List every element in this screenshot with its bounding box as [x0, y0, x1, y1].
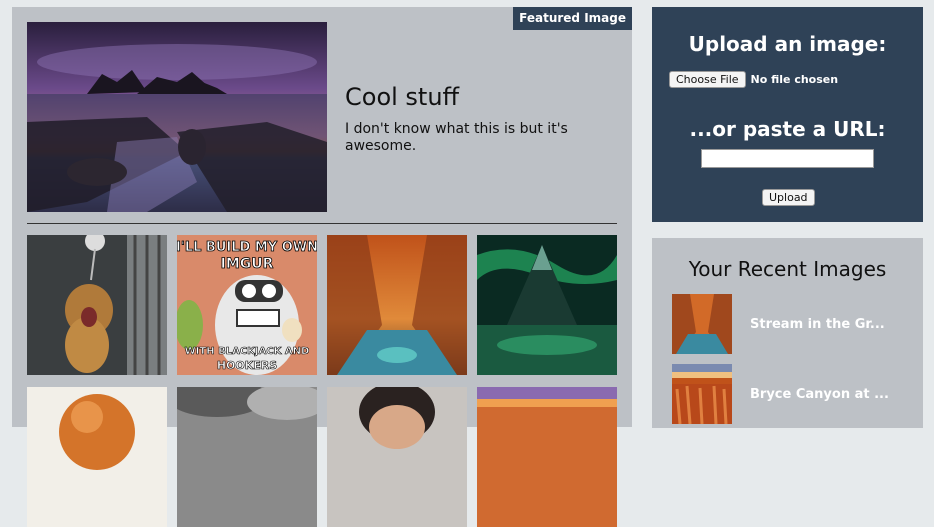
featured-title: Cool stuff — [345, 83, 460, 111]
recent-item-label[interactable]: Stream in the Gr... — [750, 317, 885, 332]
file-picker: Choose File No file chosen — [669, 71, 838, 88]
section-divider — [27, 223, 617, 224]
thumbnail-lion-cub[interactable] — [27, 235, 167, 375]
recent-item[interactable]: Bryce Canyon at ... — [672, 364, 889, 424]
featured-image-badge: Featured Image — [513, 7, 632, 30]
thumbnail-storm-clouds[interactable] — [177, 387, 317, 527]
thumbnail-sunset-landscape[interactable] — [477, 387, 617, 527]
thumbnail-furry-animal[interactable] — [27, 387, 167, 527]
file-status-text: No file chosen — [750, 73, 839, 86]
upload-button[interactable]: Upload — [762, 189, 815, 206]
meme-top-text-line2: IMGUR — [221, 256, 274, 272]
paste-url-title: ...or paste a URL: — [689, 117, 886, 141]
featured-description: I don't know what this is but it's aweso… — [345, 121, 568, 154]
main-panel: Featured Image Cool stuff I don't know w… — [12, 7, 632, 527]
thumbnail-aurora-mountain[interactable] — [477, 235, 617, 375]
thumbnail-bender-meme[interactable]: I'LL BUILD MY OWN IMGUR WITH BLACKJACK A… — [177, 235, 317, 375]
recent-thumbnail-canyon-stream[interactable] — [672, 294, 732, 354]
meme-top-text-line1: I'LL BUILD MY OWN — [177, 240, 317, 255]
meme-bottom-text-line2: HOOKERS — [217, 359, 277, 372]
featured-image[interactable] — [27, 22, 327, 212]
recent-images-title: Your Recent Images — [688, 257, 887, 281]
recent-images-panel: Your Recent Images Stream in the Gr... B… — [652, 238, 923, 428]
thumbnail-portrait[interactable] — [327, 387, 467, 527]
recent-item-label[interactable]: Bryce Canyon at ... — [750, 387, 889, 402]
upload-panel: Upload an image: Choose File No file cho… — [652, 7, 923, 222]
upload-title: Upload an image: — [688, 32, 887, 56]
meme-bottom-text-line1: WITH BLACKJACK AND — [185, 346, 310, 357]
recent-item[interactable]: Stream in the Gr... — [672, 294, 885, 354]
thumbnail-canyon-stream[interactable] — [327, 235, 467, 375]
recent-thumbnail-bryce-canyon[interactable] — [672, 364, 732, 424]
choose-file-button[interactable]: Choose File — [669, 71, 746, 88]
url-input[interactable] — [701, 149, 874, 168]
